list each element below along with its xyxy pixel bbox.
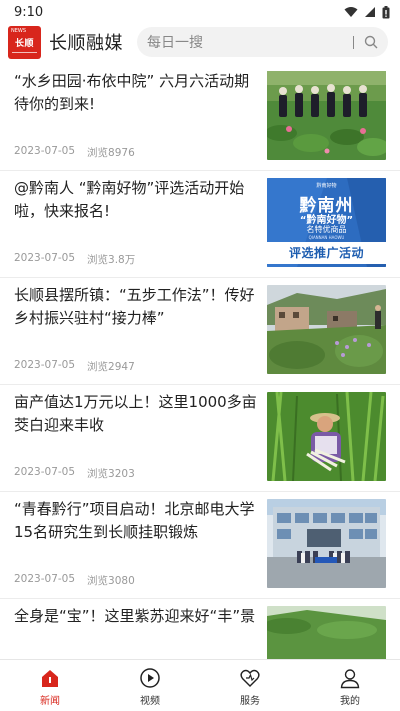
signal-icon [365, 7, 375, 17]
news-thumbnail[interactable] [267, 392, 386, 481]
search-divider [353, 35, 354, 49]
news-title[interactable]: 长顺县摆所镇：“五步工作法”！传好乡村振兴驻村“接力棒” [14, 284, 259, 330]
play-icon [140, 667, 160, 688]
search-input[interactable]: 每日一搜 [147, 32, 343, 52]
news-thumbnail[interactable] [267, 499, 386, 588]
status-time: 9:10 [14, 4, 44, 20]
tab-label: 服务 [240, 695, 260, 707]
news-date: 2023-07-05 [14, 466, 76, 478]
user-icon [340, 668, 360, 688]
news-views: 浏览2947 [87, 361, 135, 373]
news-thumbnail[interactable] [267, 71, 386, 160]
news-item[interactable]: “青春黔行”项目启动！北京邮电大学15名研究生到长顺挂职锻炼 2023-07-0… [0, 492, 400, 599]
app-header: NEWS 长顺 长顺融媒 每日一搜 [0, 24, 400, 60]
news-title[interactable]: 全身是“宝”！这里紫苏迎来好“丰”景 [14, 605, 259, 628]
news-item[interactable]: @黔南人 “黔南好物”评选活动开始啦，快来报名! 2023-07-05 浏览3.… [0, 171, 400, 278]
search-bar[interactable]: 每日一搜 [137, 27, 388, 57]
wifi-icon [344, 7, 358, 17]
news-views: 浏览3080 [87, 575, 135, 587]
news-views: 浏览3203 [87, 468, 135, 480]
news-thumbnail[interactable] [267, 285, 386, 374]
home-icon [42, 669, 58, 687]
news-date: 2023-07-05 [14, 252, 76, 264]
bottom-tab-bar: 新闻 视频 服务 我的 [0, 659, 400, 711]
battery-icon [382, 5, 390, 18]
search-icon[interactable] [364, 35, 378, 49]
tab-label: 我的 [340, 695, 360, 707]
news-item[interactable]: 长顺县摆所镇：“五步工作法”！传好乡村振兴驻村“接力棒” 2023-07-05 … [0, 278, 400, 385]
thumb-pinyin: QIANNAN HAOWU [308, 235, 345, 240]
news-thumbnail[interactable]: 黔南好物 黔南州 “黔南好物” 名特优商品 QIANNAN HAOWU 评选推广… [267, 178, 386, 267]
news-title[interactable]: @黔南人 “黔南好物”评选活动开始啦，快来报名! [14, 177, 259, 223]
news-thumbnail[interactable] [267, 606, 386, 659]
logo-line [12, 51, 37, 53]
logo-text: 长顺 [14, 38, 34, 49]
tab-video[interactable]: 视频 [100, 660, 200, 711]
app-name: 长顺融媒 [49, 33, 123, 54]
news-meta: 2023-07-05 浏览8976 [14, 145, 259, 160]
news-views: 浏览8976 [87, 147, 135, 159]
logo-news-text: NEWS [11, 27, 27, 34]
tab-news[interactable]: 新闻 [0, 660, 100, 711]
news-views: 浏览3.8万 [87, 254, 136, 266]
news-date: 2023-07-05 [14, 359, 76, 371]
news-title[interactable]: 亩产值达1万元以上！这里1000多亩茭白迎来丰收 [14, 391, 259, 437]
tab-label: 新闻 [40, 695, 60, 707]
status-bar: 9:10 [0, 0, 400, 24]
news-meta: 2023-07-05 浏览3.8万 [14, 252, 259, 267]
thumb-bottom-banner: 评选推广活动 [288, 246, 364, 260]
thumb-image-farmer-harvest [267, 392, 386, 481]
news-title[interactable]: “青春黔行”项目启动！北京邮电大学15名研究生到长顺挂职锻炼 [14, 498, 259, 544]
news-meta: 2023-07-05 浏览2947 [14, 359, 259, 374]
tab-profile[interactable]: 我的 [300, 660, 400, 711]
news-meta: 2023-07-05 浏览3080 [14, 573, 259, 588]
thumb-image-lotus-dancers [267, 71, 386, 160]
heart-icon [240, 669, 260, 687]
news-item[interactable]: 全身是“宝”！这里紫苏迎来好“丰”景 [0, 599, 400, 659]
tab-service[interactable]: 服务 [200, 660, 300, 711]
thumb-image-perilla-field [267, 606, 386, 659]
news-date: 2023-07-05 [14, 145, 76, 157]
news-item[interactable]: “水乡田园·布依中院” 六月六活动期待你的到来! 2023-07-05 浏览89… [0, 64, 400, 171]
app-logo[interactable]: NEWS 长顺 [8, 25, 41, 59]
news-list[interactable]: “水乡田园·布依中院” 六月六活动期待你的到来! 2023-07-05 浏览89… [0, 64, 400, 659]
news-meta: 2023-07-05 浏览3203 [14, 466, 259, 481]
thumb-image-group-photo [267, 499, 386, 588]
news-date: 2023-07-05 [14, 573, 76, 585]
thumb-image-village-hillside [267, 285, 386, 374]
tab-label: 视频 [140, 695, 160, 707]
news-title[interactable]: “水乡田园·布依中院” 六月六活动期待你的到来! [14, 70, 259, 116]
thumb-subtitle: 名特优商品 [306, 225, 347, 234]
news-item[interactable]: 亩产值达1万元以上！这里1000多亩茭白迎来丰收 2023-07-05 浏览32… [0, 385, 400, 492]
status-icons [344, 5, 390, 19]
thumb-small-label: 黔南好物 [316, 183, 337, 189]
